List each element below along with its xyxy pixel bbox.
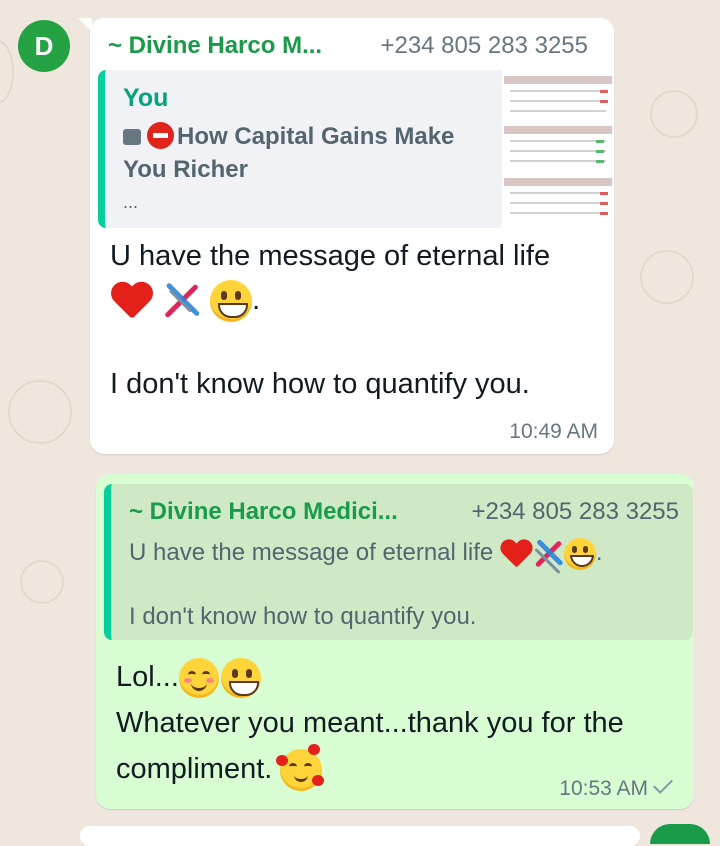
smiling-face-with-hearts-emoji — [276, 744, 325, 792]
compliment-text: compliment. — [116, 753, 273, 785]
incoming-message-bubble[interactable]: ~ Divine Harco M... +234 805 283 3255 Yo… — [78, 18, 614, 454]
wallpaper-doodle — [650, 90, 698, 138]
quoted-message[interactable]: ~ Divine Harco Medici... +234 805 283 32… — [104, 484, 693, 640]
stop-sign-icon — [147, 122, 174, 149]
grinning-face-emoji — [210, 280, 253, 323]
image-icon — [123, 129, 141, 145]
message-line-2: Whatever you meant...thank you for the — [116, 707, 624, 739]
avatar-letter: D — [34, 30, 54, 61]
quoted-line-1: U have the message of eternal life — [129, 539, 494, 566]
wallpaper-doodle — [0, 40, 14, 104]
dna-emoji — [532, 538, 564, 574]
quoted-text: U have the message of eternal life . I d… — [129, 536, 689, 634]
quoted-message[interactable]: You How Capital Gains Make You Richer ..… — [98, 70, 509, 228]
message-line-1: Lol... — [116, 654, 676, 700]
lol-text: Lol... — [116, 661, 179, 693]
dna-emoji — [160, 280, 202, 322]
quoted-sender-phone: +234 805 283 3255 — [471, 498, 679, 525]
period: . — [595, 539, 603, 566]
period: . — [252, 284, 261, 316]
outgoing-message-bubble[interactable]: ~ Divine Harco Medici... +234 805 283 32… — [96, 474, 694, 809]
message-text: Lol... Whatever you meant...thank you fo… — [116, 654, 676, 792]
emoji-line: . — [110, 280, 604, 330]
wallpaper-doodle — [20, 560, 64, 604]
smiling-face-with-smiling-eyes-emoji — [178, 658, 219, 699]
scroll-button[interactable] — [650, 824, 710, 844]
sender-avatar[interactable]: D — [18, 20, 70, 72]
message-time: 10:53 AM — [559, 774, 673, 801]
message-line-2: I don't know how to quantify you. — [110, 368, 530, 400]
red-heart-emoji — [500, 538, 532, 570]
time-text: 10:53 AM — [559, 777, 648, 800]
wallpaper-doodle — [640, 250, 694, 304]
grinning-face-emoji — [220, 658, 261, 699]
sender-header: ~ Divine Harco M... +234 805 283 3255 — [108, 32, 604, 62]
sender-phone: +234 805 283 3255 — [380, 32, 588, 59]
quoted-ellipsis: ... — [123, 192, 139, 212]
message-line-1: U have the message of eternal life — [110, 240, 551, 272]
message-text: U have the message of eternal life . I d… — [110, 236, 604, 404]
message-time: 10:49 AM — [509, 420, 598, 443]
quoted-line-2: I don't know how to quantify you. — [129, 603, 477, 630]
next-message-bubble — [80, 826, 640, 846]
grinning-face-emoji — [563, 537, 596, 570]
sender-name[interactable]: ~ Divine Harco M... — [108, 32, 322, 60]
wallpaper-doodle — [8, 380, 72, 444]
quoted-author: You — [123, 84, 169, 112]
quoted-image-thumbnail[interactable] — [502, 70, 614, 228]
red-heart-emoji — [110, 280, 152, 322]
quoted-title: How Capital Gains Make You Richer — [123, 120, 495, 186]
quoted-sender-name: ~ Divine Harco Medici... — [129, 498, 398, 525]
